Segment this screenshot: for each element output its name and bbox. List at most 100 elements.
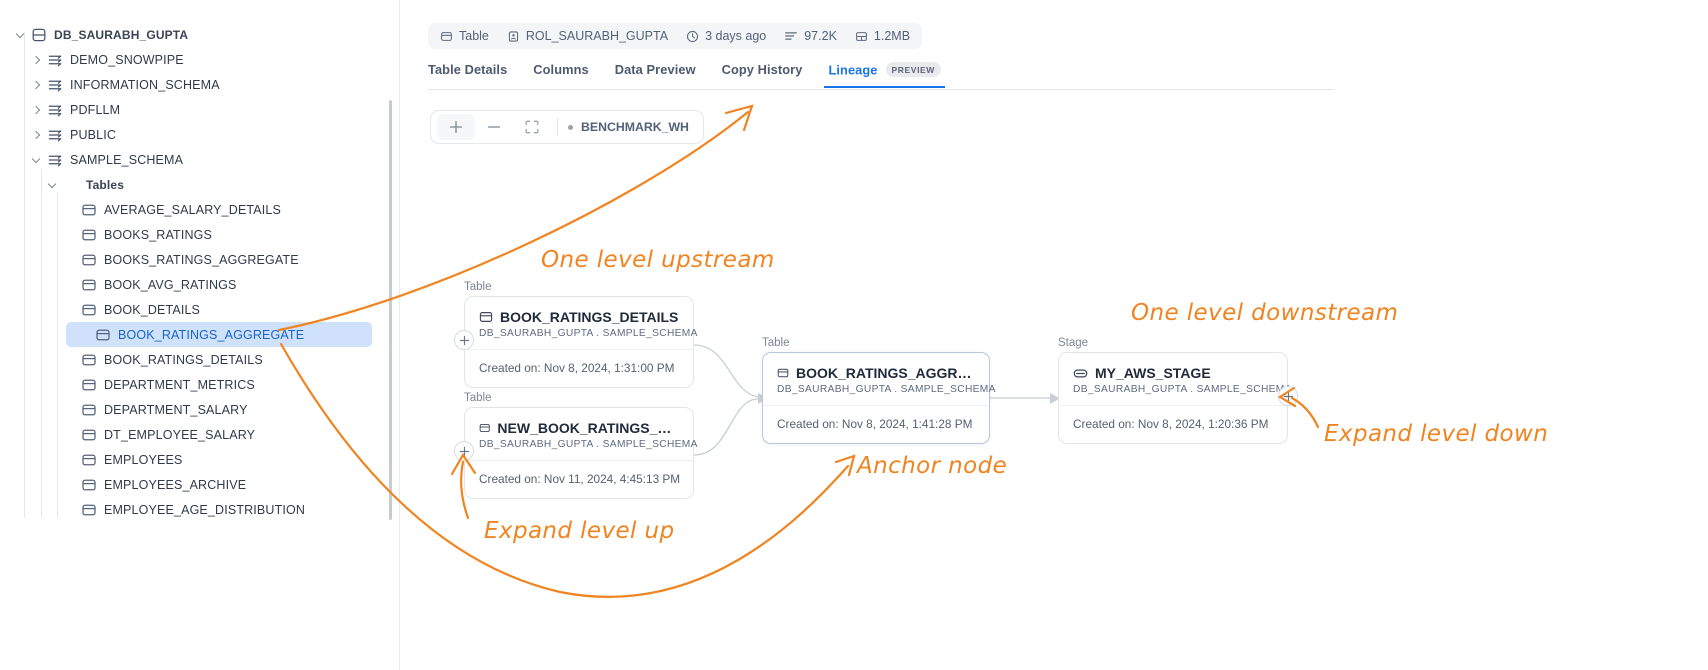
sidebar-scrollbar[interactable] <box>389 100 392 520</box>
tree-item-label: Tables <box>86 177 125 192</box>
table-icon <box>82 204 96 215</box>
tree-item-label: BOOKS_RATINGS_AGGREGATE <box>104 252 299 267</box>
tree-item-book-ratings-aggregate[interactable]: BOOK_RATINGS_AGGREGATE <box>66 322 372 347</box>
database-tree[interactable]: DB_SAURABH_GUPTA DEMO_SNOWPIPE INFORMATION… <box>0 0 400 522</box>
node-type-label: Table <box>464 392 492 404</box>
tree-item-book-avg-ratings[interactable]: BOOK_AVG_RATINGS <box>0 272 400 297</box>
node-created-on: Created on: Nov 8, 2024, 1:31:00 PM <box>479 361 675 375</box>
tree-item-books-ratings-aggregate[interactable]: BOOKS_RATINGS_AGGREGATE <box>0 247 400 272</box>
tree-item-sample-schema[interactable]: SAMPLE_SCHEMA <box>0 147 400 172</box>
schema-icon <box>48 55 62 66</box>
object-explorer-sidebar: DB_SAURABH_GUPTA DEMO_SNOWPIPE INFORMATION… <box>0 0 400 670</box>
tree-item-tables[interactable]: Tables <box>0 172 400 197</box>
no-chevron <box>64 228 77 241</box>
tree-item-label: DEMO_SNOWPIPE <box>70 52 184 67</box>
node-path: DB_SAURABH_GUPTA . SAMPLE_SCHEMA <box>1059 381 1291 406</box>
table-icon <box>479 312 493 322</box>
expand-downstream-button-my-aws-stage[interactable] <box>1278 386 1298 406</box>
tree-item-label: AVERAGE_SALARY_DETAILS <box>104 202 281 217</box>
table-icon <box>82 504 96 515</box>
tree-item-book-details[interactable]: BOOK_DETAILS <box>0 297 400 322</box>
tree-item-label: DEPARTMENT_SALARY <box>104 402 248 417</box>
node-title: BOOK_RATINGS_DETAILS <box>500 309 679 325</box>
no-chevron <box>64 428 77 441</box>
no-chevron <box>64 303 77 316</box>
node-path: DB_SAURABH_GUPTA . SAMPLE_SCHEMA <box>465 436 697 461</box>
tree-item-books-ratings[interactable]: BOOKS_RATINGS <box>0 222 400 247</box>
tree-item-label: EMPLOYEE_AGE_DISTRIBUTION <box>104 502 306 517</box>
tree-item-label: DB_SAURABH_GUPTA <box>54 27 189 42</box>
tree-item-employees-archive[interactable]: EMPLOYEES_ARCHIVE <box>0 472 400 497</box>
tree-item-label: BOOK_RATINGS_DETAILS <box>104 352 263 367</box>
lineage-node-my-aws-stage[interactable]: MY_AWS_STAGE DB_SAURABH_GUPTA . SAMPLE_S… <box>1058 352 1291 444</box>
chevron-right-icon[interactable] <box>30 78 43 91</box>
annotation-expand-level-down: Expand level down <box>1324 421 1549 447</box>
tree-item-employees[interactable]: EMPLOYEES <box>0 447 400 472</box>
table-icon <box>479 423 490 433</box>
node-header: BOOK_RATINGS_DETAILS <box>465 297 693 325</box>
node-type-label: Table <box>762 337 790 349</box>
table-icon <box>82 279 96 290</box>
spacer-icon <box>63 177 79 193</box>
tree-item-department-salary[interactable]: DEPARTMENT_SALARY <box>0 397 400 422</box>
no-chevron <box>78 328 91 341</box>
chevron-right-icon[interactable] <box>30 53 43 66</box>
lineage-graph[interactable]: Table BOOK_RATINGS_DETAILS DB_SAURABH_GU… <box>400 0 1708 670</box>
lineage-node-new-book-ratings-aggregate[interactable]: NEW_BOOK_RATINGS_AGGRE... DB_SAURABH_GUP… <box>464 407 697 499</box>
tree-item-label: SAMPLE_SCHEMA <box>70 152 184 167</box>
node-path: DB_SAURABH_GUPTA . SAMPLE_SCHEMA <box>465 325 697 350</box>
table-icon <box>82 354 96 365</box>
no-chevron <box>64 378 77 391</box>
tree-item-label: INFORMATION_SCHEMA <box>70 77 220 92</box>
chevron-right-icon[interactable] <box>30 103 43 116</box>
no-chevron <box>64 478 77 491</box>
main-panel: Table ROL_SAURABH_GUPTA 3 days ago 97.2K 1.2… <box>400 0 1708 670</box>
table-icon <box>777 368 789 378</box>
no-chevron <box>64 503 77 516</box>
tree-item-demo-snowpipe[interactable]: DEMO_SNOWPIPE <box>0 47 400 72</box>
tree-item-information-schema[interactable]: INFORMATION_SCHEMA <box>0 72 400 97</box>
tree-item-label: BOOK_AVG_RATINGS <box>104 277 237 292</box>
tree-item-pdfllm[interactable]: PDFLLM <box>0 97 400 122</box>
tree-item-label: EMPLOYEES_ARCHIVE <box>104 477 247 492</box>
schema-icon <box>48 105 62 116</box>
table-icon <box>82 404 96 415</box>
node-header: BOOK_RATINGS_AGGREGATE <box>763 353 989 381</box>
chevron-right-icon[interactable] <box>30 128 43 141</box>
database-icon <box>32 28 46 41</box>
schema-icon <box>48 155 62 166</box>
tree-item-label: PDFLLM <box>70 102 121 117</box>
table-icon <box>82 479 96 490</box>
tree-item-department-metrics[interactable]: DEPARTMENT_METRICS <box>0 372 400 397</box>
no-chevron <box>64 353 77 366</box>
tree-item-db-saurabh-gupta[interactable]: DB_SAURABH_GUPTA <box>0 22 400 47</box>
lineage-node-book-ratings-aggregate-anchor[interactable]: BOOK_RATINGS_AGGREGATE DB_SAURABH_GUPTA … <box>762 352 995 444</box>
node-path: DB_SAURABH_GUPTA . SAMPLE_SCHEMA <box>763 381 995 406</box>
tree-item-public[interactable]: PUBLIC <box>0 122 400 147</box>
tree-item-average-salary-details[interactable]: AVERAGE_SALARY_DETAILS <box>0 197 400 222</box>
chevron-down-icon[interactable] <box>46 178 59 191</box>
expand-upstream-button-new-book-ratings-aggregate[interactable] <box>454 441 474 461</box>
node-type-label: Table <box>464 281 492 293</box>
node-created-on: Created on: Nov 8, 2024, 1:41:28 PM <box>777 417 973 431</box>
tree-item-employee-age-distribution[interactable]: EMPLOYEE_AGE_DISTRIBUTION <box>0 497 400 522</box>
tree-item-book-ratings-details[interactable]: BOOK_RATINGS_DETAILS <box>0 347 400 372</box>
table-icon <box>96 329 110 340</box>
node-title: NEW_BOOK_RATINGS_AGGRE... <box>497 420 679 436</box>
tree-item-label: BOOK_DETAILS <box>104 302 201 317</box>
node-created-on: Created on: Nov 8, 2024, 1:20:36 PM <box>1073 417 1269 431</box>
table-icon <box>82 454 96 465</box>
no-chevron <box>64 278 77 291</box>
stage-icon <box>1073 369 1088 377</box>
node-type-label: Stage <box>1058 337 1089 349</box>
annotation-one-level-downstream: One level downstream <box>1131 300 1399 326</box>
no-chevron <box>64 203 77 216</box>
chevron-down-icon[interactable] <box>30 153 43 166</box>
chevron-down-icon[interactable] <box>14 28 27 41</box>
tree-item-dt-employee-salary[interactable]: DT_EMPLOYEE_SALARY <box>0 422 400 447</box>
tree-item-label: BOOK_RATINGS_AGGREGATE <box>118 327 305 342</box>
node-header: NEW_BOOK_RATINGS_AGGRE... <box>465 408 693 436</box>
lineage-node-book-ratings-details[interactable]: BOOK_RATINGS_DETAILS DB_SAURABH_GUPTA . … <box>464 296 697 388</box>
tree-item-label: DT_EMPLOYEE_SALARY <box>104 427 256 442</box>
expand-upstream-button-book-ratings-details[interactable] <box>454 330 474 350</box>
